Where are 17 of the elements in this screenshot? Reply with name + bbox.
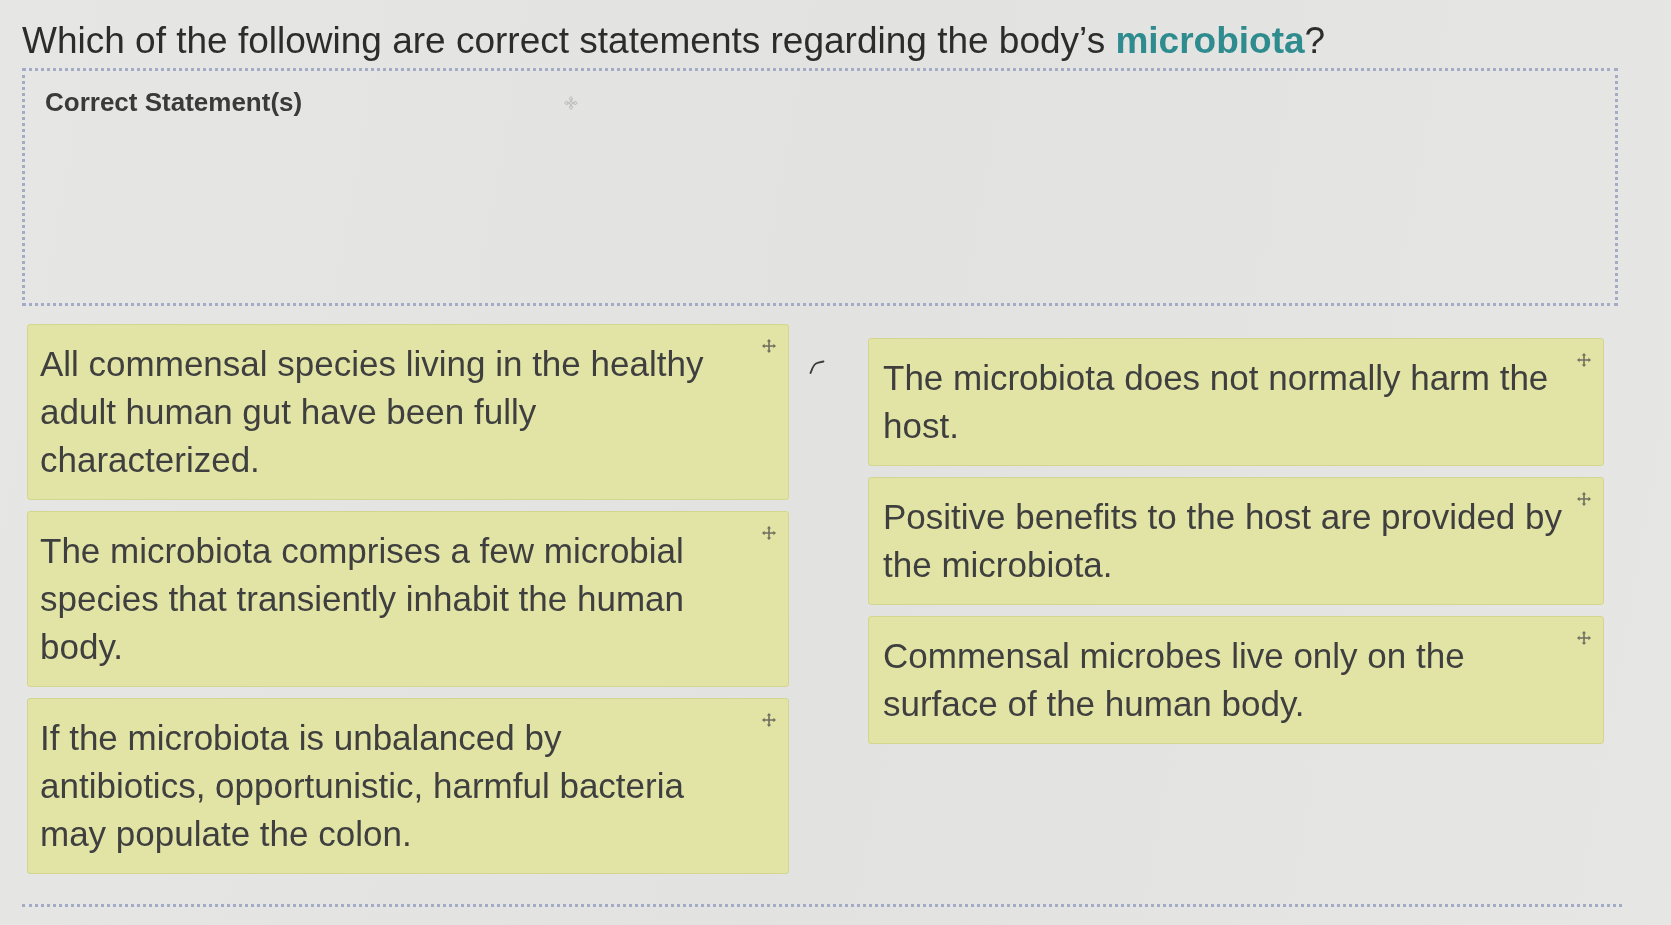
answer-card[interactable]: The microbiota does not normally harm the host. [868,338,1604,466]
question-text: Which of the following are correct statements regarding the body’s microbiota? [22,20,1326,62]
move-icon [1577,353,1591,367]
move-icon [762,339,776,353]
answer-card[interactable]: Positive benefits to the host are provided by the microbiota. [868,477,1604,605]
answer-card[interactable]: Commensal microbes live only on the surface of the human body. [868,616,1604,744]
move-icon [1577,631,1591,645]
drop-zone[interactable]: Correct Statement(s) [22,68,1618,306]
move-icon [1577,492,1591,506]
answer-card[interactable]: If the microbiota is unbalanced by antibiotics, opportunistic, harmful bacteria may populate the colon. [27,698,789,874]
move-icon [564,95,579,110]
answer-card[interactable]: All commensal species living in the healthy adult human gut have been fully characterized. [27,324,789,500]
drop-zone-label: Correct Statement(s) [45,87,303,118]
stroke-mark-icon [809,360,825,374]
move-icon [762,526,776,540]
move-icon [762,713,776,727]
answer-card[interactable]: The microbiota comprises a few microbial species that transiently inhabit the human body. [27,511,789,687]
